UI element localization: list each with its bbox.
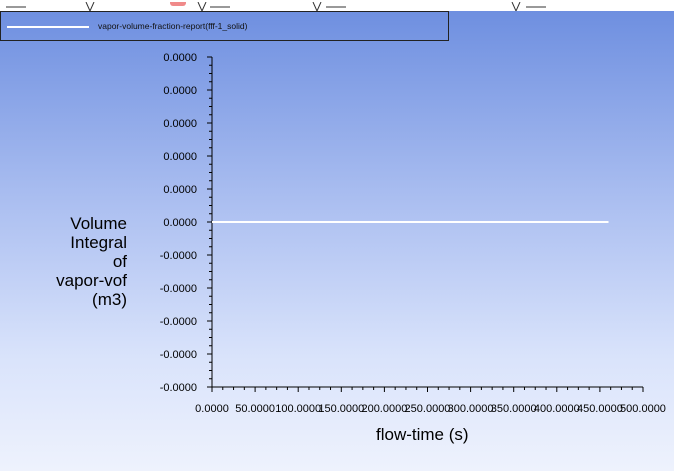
y-tick-label: 0.0000	[163, 52, 197, 64]
y-tick-label: -0.0000	[160, 316, 197, 328]
x-tick-label: 100.0000	[275, 403, 321, 415]
x-tick-label: 50.0000	[235, 403, 275, 415]
x-tick-label: 200.0000	[361, 403, 407, 415]
x-tick-label: 400.0000	[534, 403, 580, 415]
y-tick-label: 0.0000	[163, 85, 197, 97]
x-tick-label: 250.0000	[405, 403, 451, 415]
y-tick-label: -0.0000	[160, 382, 197, 394]
y-tick-label: -0.0000	[160, 250, 197, 262]
y-tick-label: -0.0000	[160, 349, 197, 361]
x-tick-label: 0.0000	[195, 403, 229, 415]
x-tick-label: 150.0000	[318, 403, 364, 415]
y-tick-label: 0.0000	[163, 217, 197, 229]
y-tick-label: 0.0000	[163, 118, 197, 130]
y-tick-label: 0.0000	[163, 184, 197, 196]
x-tick-label: 300.0000	[448, 403, 494, 415]
y-tick-label: -0.0000	[160, 283, 197, 295]
x-tick-label: 350.0000	[491, 403, 537, 415]
x-tick-label: 500.0000	[620, 403, 666, 415]
y-tick-label: 0.0000	[163, 151, 197, 163]
x-tick-label: 450.0000	[577, 403, 623, 415]
chart-plot-area: 0.0000 0.0000 0.0000 0.0000 0.0000 0.0000 -0.0…	[160, 52, 666, 415]
